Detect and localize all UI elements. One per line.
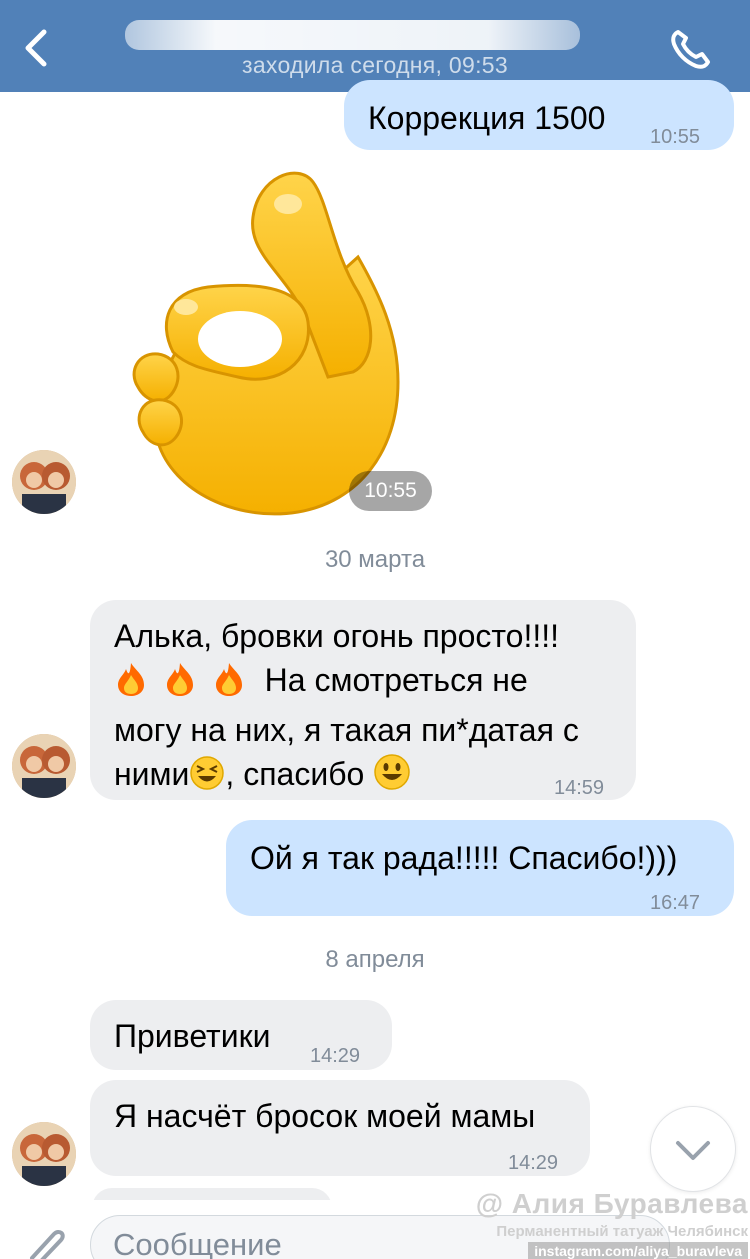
message-text: Коррекция 1500 <box>368 100 606 136</box>
message-bubble-outgoing[interactable]: Коррекция 1500 10:55 <box>344 80 734 150</box>
message-bubble-outgoing[interactable]: Ой я так рада!!!!! Спасибо!))) 16:47 <box>226 820 734 916</box>
back-icon <box>25 29 47 67</box>
chat-header: заходила сегодня, 09:53 <box>0 0 750 92</box>
paperclip-icon <box>30 1229 65 1259</box>
message-time: 14:29 <box>508 1152 559 1174</box>
date-separator: 30 марта <box>324 546 426 573</box>
avatar-photo <box>12 450 76 514</box>
fire-icon <box>212 661 246 708</box>
message-text-line: , спасибо <box>225 756 365 792</box>
laughing-emoji-icon <box>189 755 225 802</box>
last-seen-status: заходила сегодня, 09:53 <box>241 52 508 78</box>
message-time: 10:55 <box>650 126 701 148</box>
message-bubble-incoming[interactable]: Я насчёт бросок моей мамы 14:29 <box>90 1080 590 1176</box>
avatar-photo <box>12 1122 76 1186</box>
avatar-photo <box>12 734 76 798</box>
smiley-emoji-icon <box>373 753 411 802</box>
scroll-down-button[interactable] <box>650 1106 736 1192</box>
message-text-line: могу на них, я такая пи*датая с <box>114 712 579 748</box>
message-text-line: ними <box>114 756 190 792</box>
message-bubble-incoming[interactable]: Алька, бровки огонь просто!!!! На смотре… <box>90 600 636 800</box>
watermark: @ Алия Буравлева Перманентный татуаж Чел… <box>468 1188 748 1259</box>
date-separator: 8 апреля <box>325 946 425 973</box>
message-time: 14:29 <box>310 1045 361 1067</box>
avatar[interactable] <box>12 450 76 514</box>
message-text: Я насчёт бросок моей мамы <box>114 1098 536 1134</box>
message-time: 14:59 <box>554 777 605 799</box>
sticker-time: 10:55 <box>349 471 432 511</box>
fire-icon <box>163 661 197 708</box>
message-text: Ой я так рада!!!!! Спасибо!))) <box>250 840 678 876</box>
watermark-subtitle: Перманентный татуаж Челябинск <box>496 1223 748 1240</box>
chevron-down-icon <box>676 1141 710 1160</box>
message-time: 16:47 <box>650 892 701 914</box>
message-text: Приветики <box>114 1018 271 1054</box>
call-button[interactable] <box>660 20 720 76</box>
back-button[interactable] <box>14 20 60 76</box>
message-text-line: На смотреться не <box>264 662 528 698</box>
avatar[interactable] <box>12 1122 76 1186</box>
watermark-name: @ Алия Буравлева <box>475 1188 748 1219</box>
contact-name-redacted[interactable] <box>125 20 580 50</box>
message-text-line: Алька, бровки огонь просто!!!! <box>114 618 560 654</box>
watermark-url: instagram.com/aliya_buravleva <box>528 1242 748 1259</box>
avatar[interactable] <box>12 734 76 798</box>
ok-hand-sticker[interactable] <box>128 162 413 522</box>
phone-icon <box>671 30 710 69</box>
attach-button[interactable] <box>22 1222 72 1259</box>
fire-icon <box>114 661 148 708</box>
message-bubble-incoming[interactable]: Приветики 14:29 <box>90 1000 392 1070</box>
